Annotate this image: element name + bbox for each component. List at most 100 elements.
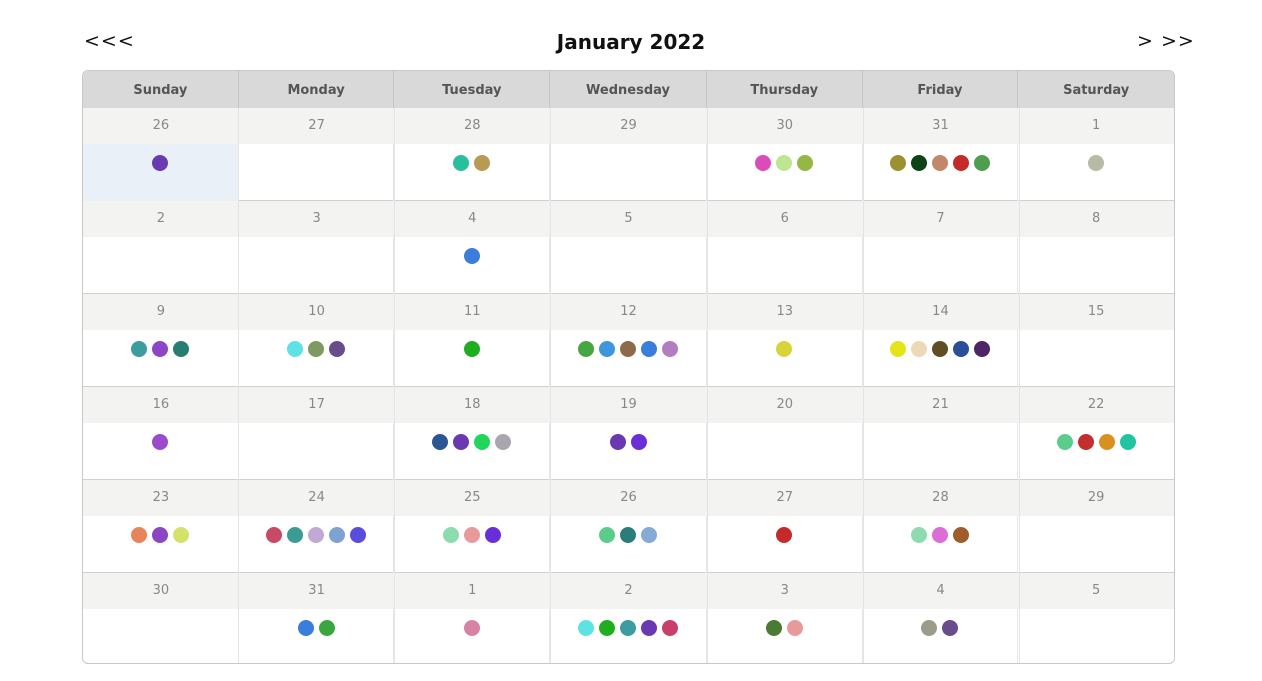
event-dot[interactable] xyxy=(442,527,459,543)
event-dot[interactable] xyxy=(297,620,314,636)
day-cell[interactable] xyxy=(1018,330,1174,387)
day-cell[interactable] xyxy=(707,516,863,573)
event-dot[interactable] xyxy=(484,527,501,543)
day-cell[interactable] xyxy=(239,144,395,201)
event-dot[interactable] xyxy=(1056,434,1073,450)
event-dot[interactable] xyxy=(931,155,948,171)
event-dot[interactable] xyxy=(620,341,637,357)
day-cell[interactable] xyxy=(550,609,707,663)
event-dot[interactable] xyxy=(578,620,595,636)
event-dot[interactable] xyxy=(152,341,169,357)
event-dot[interactable] xyxy=(308,527,325,543)
day-cell[interactable] xyxy=(83,237,239,294)
day-cell[interactable] xyxy=(863,330,1019,387)
event-dot[interactable] xyxy=(495,434,512,450)
day-cell[interactable] xyxy=(707,609,863,663)
event-dot[interactable] xyxy=(776,155,793,171)
day-cell[interactable] xyxy=(707,237,863,294)
day-cell[interactable] xyxy=(1018,423,1174,480)
day-cell[interactable] xyxy=(1018,516,1174,573)
event-dot[interactable] xyxy=(599,620,616,636)
day-cell[interactable] xyxy=(863,144,1019,201)
day-cell[interactable] xyxy=(550,144,707,201)
event-dot[interactable] xyxy=(765,620,782,636)
day-cell[interactable] xyxy=(550,330,707,387)
event-dot[interactable] xyxy=(641,341,658,357)
event-dot[interactable] xyxy=(1088,155,1105,171)
event-dot[interactable] xyxy=(266,527,283,543)
event-dot[interactable] xyxy=(173,527,190,543)
event-dot[interactable] xyxy=(973,341,990,357)
event-dot[interactable] xyxy=(910,341,927,357)
event-dot[interactable] xyxy=(152,434,169,450)
day-cell[interactable] xyxy=(239,423,395,480)
event-dot[interactable] xyxy=(797,155,814,171)
day-cell[interactable] xyxy=(394,609,551,663)
event-dot[interactable] xyxy=(463,341,480,357)
day-cell[interactable] xyxy=(1018,609,1174,663)
event-dot[interactable] xyxy=(662,620,679,636)
day-cell[interactable] xyxy=(83,144,239,201)
day-cell[interactable] xyxy=(239,516,395,573)
event-dot[interactable] xyxy=(921,620,938,636)
event-dot[interactable] xyxy=(329,341,346,357)
event-dot[interactable] xyxy=(931,527,948,543)
event-dot[interactable] xyxy=(350,527,367,543)
event-dot[interactable] xyxy=(662,341,679,357)
day-cell[interactable] xyxy=(239,330,395,387)
event-dot[interactable] xyxy=(910,527,927,543)
day-cell[interactable] xyxy=(550,516,707,573)
event-dot[interactable] xyxy=(910,155,927,171)
event-dot[interactable] xyxy=(755,155,772,171)
event-dot[interactable] xyxy=(599,341,616,357)
event-dot[interactable] xyxy=(776,341,793,357)
event-dot[interactable] xyxy=(463,527,480,543)
event-dot[interactable] xyxy=(578,341,595,357)
event-dot[interactable] xyxy=(889,155,906,171)
event-dot[interactable] xyxy=(173,341,190,357)
event-dot[interactable] xyxy=(1077,434,1094,450)
event-dot[interactable] xyxy=(942,620,959,636)
event-dot[interactable] xyxy=(287,527,304,543)
day-cell[interactable] xyxy=(239,237,395,294)
event-dot[interactable] xyxy=(952,155,969,171)
event-dot[interactable] xyxy=(308,341,325,357)
event-dot[interactable] xyxy=(776,527,793,543)
day-cell[interactable] xyxy=(394,516,551,573)
event-dot[interactable] xyxy=(432,434,449,450)
event-dot[interactable] xyxy=(931,341,948,357)
day-cell[interactable] xyxy=(550,423,707,480)
day-cell[interactable] xyxy=(239,609,395,663)
event-dot[interactable] xyxy=(1098,434,1115,450)
day-cell[interactable] xyxy=(394,144,551,201)
day-cell[interactable] xyxy=(83,609,239,663)
event-dot[interactable] xyxy=(1119,434,1136,450)
event-dot[interactable] xyxy=(952,527,969,543)
day-cell[interactable] xyxy=(394,330,551,387)
day-cell[interactable] xyxy=(707,330,863,387)
event-dot[interactable] xyxy=(620,527,637,543)
event-dot[interactable] xyxy=(152,155,169,171)
event-dot[interactable] xyxy=(329,527,346,543)
event-dot[interactable] xyxy=(973,155,990,171)
day-cell[interactable] xyxy=(863,609,1019,663)
day-cell[interactable] xyxy=(707,144,863,201)
day-cell[interactable] xyxy=(394,423,551,480)
next-month-button[interactable]: > >> xyxy=(1137,30,1195,52)
event-dot[interactable] xyxy=(889,341,906,357)
event-dot[interactable] xyxy=(599,527,616,543)
event-dot[interactable] xyxy=(131,527,148,543)
day-cell[interactable] xyxy=(83,423,239,480)
day-cell[interactable] xyxy=(863,237,1019,294)
day-cell[interactable] xyxy=(1018,237,1174,294)
day-cell[interactable] xyxy=(550,237,707,294)
event-dot[interactable] xyxy=(318,620,335,636)
day-cell[interactable] xyxy=(863,516,1019,573)
day-cell[interactable] xyxy=(83,516,239,573)
event-dot[interactable] xyxy=(786,620,803,636)
day-cell[interactable] xyxy=(1018,144,1174,201)
event-dot[interactable] xyxy=(453,155,470,171)
event-dot[interactable] xyxy=(630,434,647,450)
event-dot[interactable] xyxy=(474,155,491,171)
event-dot[interactable] xyxy=(641,620,658,636)
